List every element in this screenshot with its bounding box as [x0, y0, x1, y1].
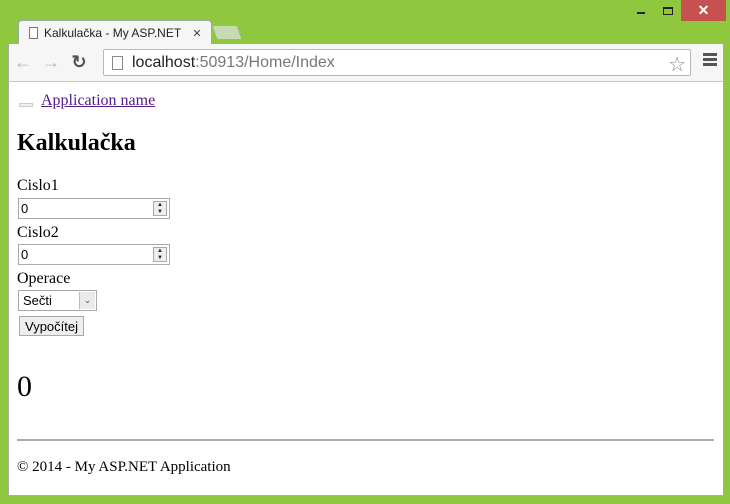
spin-up-icon[interactable]: ▲ — [154, 202, 166, 209]
forward-button[interactable]: → — [37, 49, 65, 77]
footer-text: © 2014 - My ASP.NET Application — [17, 459, 231, 475]
address-bar[interactable]: localhost:50913/Home/Index ☆ — [103, 49, 691, 76]
window-controls: ✕ — [627, 0, 726, 21]
spin-up-icon[interactable]: ▲ — [154, 248, 166, 255]
result-value: 0 — [17, 370, 32, 403]
tab-close-icon[interactable]: ✕ — [189, 27, 205, 40]
browser-toolbar: ← → ↻ localhost:50913/Home/Index ☆ — [8, 44, 724, 81]
maximize-button[interactable] — [654, 0, 681, 21]
cislo2-spinner[interactable]: ▲ ▼ — [153, 247, 167, 262]
cislo2-label: Cislo2 — [17, 224, 59, 241]
tab-strip: Kalkulačka - My ASP.NET ✕ — [8, 20, 608, 45]
back-button[interactable]: ← — [9, 49, 37, 77]
close-window-button[interactable]: ✕ — [681, 0, 726, 21]
operace-selected: Sečti — [23, 293, 52, 308]
calculate-button[interactable]: Vypočítej — [19, 316, 84, 336]
new-tab-button[interactable] — [211, 25, 243, 40]
navbar: Application name — [19, 92, 155, 110]
bookmark-star-icon[interactable]: ☆ — [668, 52, 686, 77]
divider — [17, 439, 714, 441]
operace-select[interactable]: Sečti ⌄ — [18, 290, 97, 311]
page-icon — [112, 55, 123, 70]
browser-window: ✕ Kalkulačka - My ASP.NET ✕ ← → ↻ localh… — [0, 0, 730, 504]
maximize-icon — [662, 6, 673, 15]
tab-kalkulacka[interactable]: Kalkulačka - My ASP.NET ✕ — [18, 20, 212, 45]
minimize-icon — [636, 12, 645, 14]
arrow-left-icon: ← — [14, 52, 32, 72]
cislo1-label: Cislo1 — [17, 177, 59, 194]
tab-title: Kalkulačka - My ASP.NET — [44, 26, 182, 40]
reload-icon: ↻ — [71, 52, 87, 72]
cislo2-value: 0 — [21, 247, 29, 262]
chevron-down-icon: ⌄ — [79, 292, 95, 309]
brand-link[interactable]: Application name — [41, 92, 155, 110]
page-icon — [29, 27, 38, 39]
page-title: Kalkulačka — [17, 130, 136, 156]
cislo1-value: 0 — [21, 201, 29, 216]
page-content: Application name Kalkulačka Cislo1 0 ▲ ▼ … — [8, 81, 724, 496]
close-icon: ✕ — [697, 2, 710, 18]
spin-down-icon[interactable]: ▼ — [154, 255, 166, 262]
minimize-button[interactable] — [627, 0, 654, 21]
url-host: localhost — [132, 53, 196, 71]
cislo1-spinner[interactable]: ▲ ▼ — [153, 201, 167, 216]
navbar-toggle[interactable] — [19, 103, 33, 107]
reload-button[interactable]: ↻ — [65, 49, 93, 77]
operace-label: Operace — [17, 270, 71, 287]
url-path: :50913/Home/Index — [195, 53, 335, 71]
cislo2-input[interactable]: 0 ▲ ▼ — [18, 244, 170, 265]
spin-down-icon[interactable]: ▼ — [154, 209, 166, 216]
menu-icon[interactable] — [703, 53, 717, 68]
arrow-right-icon: → — [42, 52, 60, 72]
cislo1-input[interactable]: 0 ▲ ▼ — [18, 198, 170, 219]
